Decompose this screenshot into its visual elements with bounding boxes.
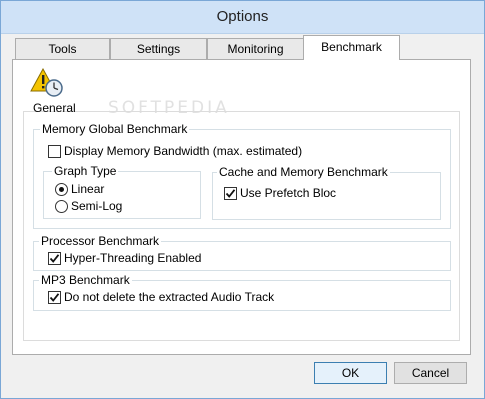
cancel-button[interactable]: Cancel — [394, 362, 467, 384]
general-label: General — [33, 101, 76, 115]
title-bar[interactable]: Options — [1, 1, 484, 34]
keep-audio-checkbox[interactable] — [48, 291, 61, 304]
processor-title: Processor Benchmark — [39, 234, 162, 248]
hyper-threading-checkbox[interactable] — [48, 252, 61, 265]
tab-monitoring[interactable]: Monitoring — [207, 38, 304, 59]
cache-memory-title: Cache and Memory Benchmark — [217, 165, 390, 179]
keep-audio-label: Do not delete the extracted Audio Track — [64, 290, 275, 304]
warning-clock-icon — [30, 67, 64, 98]
tab-settings[interactable]: Settings — [110, 38, 207, 59]
semi-log-radio[interactable] — [55, 200, 68, 213]
use-prefetch-checkbox[interactable] — [224, 187, 237, 200]
display-bandwidth-label: Display Memory Bandwidth (max. estimated… — [64, 144, 303, 158]
linear-radio[interactable] — [55, 183, 68, 196]
checkmark-icon — [225, 189, 236, 198]
tab-tools[interactable]: Tools — [15, 38, 110, 59]
checkmark-icon — [49, 254, 60, 263]
semi-log-label: Semi-Log — [71, 199, 123, 213]
window-title: Options — [216, 8, 269, 25]
graph-type-title: Graph Type — [52, 164, 119, 178]
checkmark-icon — [49, 293, 60, 302]
tab-benchmark[interactable]: Benchmark — [303, 35, 400, 60]
mp3-title: MP3 Benchmark — [39, 273, 132, 287]
radio-selected-dot — [59, 187, 64, 192]
linear-label: Linear — [71, 182, 105, 196]
display-bandwidth-checkbox[interactable] — [48, 145, 61, 158]
ok-button[interactable]: OK — [314, 362, 387, 384]
hyper-threading-label: Hyper-Threading Enabled — [64, 251, 202, 265]
memory-global-title: Memory Global Benchmark — [40, 122, 190, 136]
use-prefetch-label: Use Prefetch Bloc — [240, 186, 337, 200]
